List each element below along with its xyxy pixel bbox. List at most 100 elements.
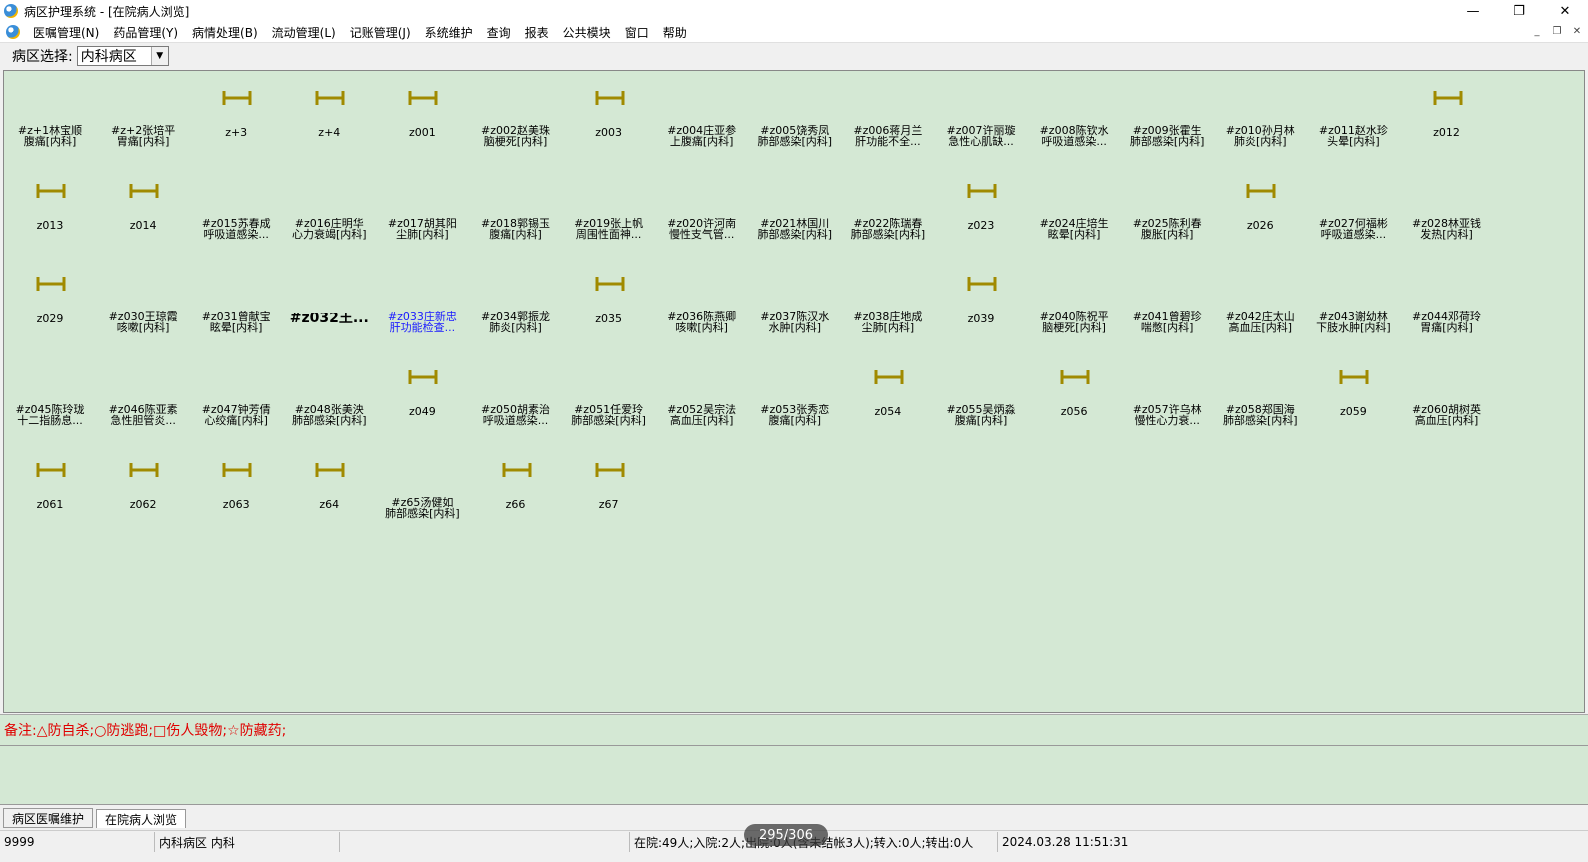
bed-cell[interactable]: #z036陈燕卿 咳嗽[内科] <box>656 257 748 342</box>
bed-cell[interactable]: #z060胡树英 高血压[内科] <box>1401 350 1493 435</box>
bed-cell[interactable]: #z010孙月林 肺炎[内科] <box>1214 71 1306 156</box>
bed-cell[interactable]: #z048张美泱 肺部感染[内科] <box>283 350 375 435</box>
bed-cell[interactable]: #z024庄培生 眩晕[内科] <box>1028 164 1120 249</box>
bed-cell[interactable]: #z050胡素治 呼吸道感染... <box>470 350 562 435</box>
bed-cell[interactable]: #z034郭振龙 肺炎[内科] <box>470 257 562 342</box>
bed-label: z029 <box>36 313 64 324</box>
bed-icon <box>967 277 997 291</box>
bed-cell[interactable]: #z043谢幼林 下肢水肿[内科] <box>1307 257 1399 342</box>
bed-cell[interactable]: #z+1林宝顺 腹痛[内科] <box>4 71 96 156</box>
bed-cell[interactable]: z062 <box>97 443 189 528</box>
bed-cell[interactable]: #z004庄亚参 上腹痛[内科] <box>656 71 748 156</box>
bed-cell[interactable]: z012 <box>1401 71 1493 156</box>
bed-cell[interactable]: #z055吴炳淼 腹痛[内科] <box>935 350 1027 435</box>
bed-cell[interactable]: #z016庄明华 心力衰竭[内科] <box>283 164 375 249</box>
bed-icon <box>408 370 438 384</box>
bed-cell[interactable]: #z019张上帆 周围性面神... <box>563 164 655 249</box>
tab-order-maintenance[interactable]: 病区医嘱维护 <box>3 808 94 828</box>
bed-cell[interactable]: z049 <box>376 350 468 435</box>
bed-cell[interactable]: z039 <box>935 257 1027 342</box>
bed-cell[interactable]: #z005饶秀凤 肺部感染[内科] <box>749 71 841 156</box>
bed-cell[interactable]: z063 <box>190 443 282 528</box>
bed-cell[interactable]: #z027何福彬 呼吸道感染... <box>1307 164 1399 249</box>
menu-flow[interactable]: 流动管理(L) <box>265 24 343 41</box>
bed-cell[interactable]: z059 <box>1307 350 1399 435</box>
menu-help[interactable]: 帮助 <box>656 24 694 41</box>
bed-label: z054 <box>874 406 902 417</box>
bed-cell[interactable]: #z006蒋月兰 肝功能不全... <box>842 71 934 156</box>
menu-window[interactable]: 窗口 <box>618 24 656 41</box>
bed-cell[interactable]: #z002赵美珠 脑梗死[内科] <box>470 71 562 156</box>
bed-cell[interactable]: #z044邓荷玲 胃痛[内科] <box>1401 257 1493 342</box>
bed-cell[interactable]: #z033庄新忠 肝功能检查... <box>376 257 468 342</box>
bed-cell[interactable]: z014 <box>97 164 189 249</box>
bed-cell[interactable]: #z057许乌林 慢性心力衰... <box>1121 350 1213 435</box>
bed-label: #z060胡树英 高血压[内科] <box>1412 404 1481 426</box>
menu-public[interactable]: 公共模块 <box>556 24 618 41</box>
bed-cell[interactable]: #z041曾碧珍 喘憋[内科] <box>1121 257 1213 342</box>
bed-cell[interactable]: #z032王... <box>283 257 375 342</box>
bed-cell[interactable]: #z052吴宗法 高血压[内科] <box>656 350 748 435</box>
bed-cell[interactable]: #z007许丽璇 急性心肌缺... <box>935 71 1027 156</box>
ward-select[interactable]: 内科病区 ▼ <box>76 46 169 66</box>
bed-cell[interactable]: #z018郭锡玉 腹痛[内科] <box>470 164 562 249</box>
menu-reports[interactable]: 报表 <box>518 24 556 41</box>
bed-cell[interactable]: #z037陈汉水 水肿[内科] <box>749 257 841 342</box>
bed-cell[interactable]: z+3 <box>190 71 282 156</box>
bed-cell[interactable]: z67 <box>563 443 655 528</box>
bed-cell[interactable]: #z051任爱玲 肺部感染[内科] <box>563 350 655 435</box>
bed-cell[interactable]: z66 <box>470 443 562 528</box>
bed-label: z035 <box>595 313 622 324</box>
bed-cell[interactable]: z056 <box>1028 350 1120 435</box>
bed-cell[interactable]: #z038庄地成 尘肺[内科] <box>842 257 934 342</box>
bed-cell[interactable]: #z015苏春成 呼吸道感染... <box>190 164 282 249</box>
bed-cell[interactable]: #z011赵水珍 头晕[内科] <box>1307 71 1399 156</box>
close-button[interactable]: ✕ <box>1542 0 1588 22</box>
bed-cell[interactable]: #z009张霍生 肺部感染[内科] <box>1121 71 1213 156</box>
bed-cell[interactable]: #z008陈钦水 呼吸道感染... <box>1028 71 1120 156</box>
bed-cell[interactable]: #z65汤健如 肺部感染[内科] <box>376 443 468 528</box>
bed-cell[interactable]: #z028林亚钱 发热[内科] <box>1401 164 1493 249</box>
bed-cell[interactable]: #z022陈瑞春 肺部感染[内科] <box>842 164 934 249</box>
mdi-minimize-button[interactable]: _ <box>1530 24 1544 38</box>
bed-cell[interactable]: #z031曾献宝 眩晕[内科] <box>190 257 282 342</box>
bed-cell[interactable]: #z040陈祝平 脑梗死[内科] <box>1028 257 1120 342</box>
bed-cell[interactable]: #z046陈亚素 急性胆管炎... <box>97 350 189 435</box>
bed-cell[interactable]: z035 <box>563 257 655 342</box>
bed-cell[interactable]: z054 <box>842 350 934 435</box>
bed-cell[interactable]: #z025陈利春 腹胀[内科] <box>1121 164 1213 249</box>
menu-system[interactable]: 系统维护 <box>418 24 480 41</box>
menu-orders[interactable]: 医嘱管理(N) <box>26 24 106 41</box>
tab-inpatient-browse[interactable]: 在院病人浏览 <box>96 809 187 828</box>
menu-drugs[interactable]: 药品管理(Y) <box>106 24 185 41</box>
mdi-restore-button[interactable]: ❐ <box>1550 24 1564 38</box>
bed-cell[interactable]: #z045陈玲珑 十二指肠息... <box>4 350 96 435</box>
bed-cell[interactable]: #z042庄太山 高血压[内科] <box>1214 257 1306 342</box>
chevron-down-icon[interactable]: ▼ <box>150 47 168 65</box>
bed-cell[interactable]: #z030王琼霞 咳嗽[内科] <box>97 257 189 342</box>
bed-cell[interactable]: z061 <box>4 443 96 528</box>
bed-cell[interactable]: z013 <box>4 164 96 249</box>
bed-cell[interactable]: #z021林国川 肺部感染[内科] <box>749 164 841 249</box>
restore-button[interactable]: ❐ <box>1496 0 1542 22</box>
mdi-close-button[interactable]: ✕ <box>1570 24 1584 38</box>
bed-cell[interactable]: z003 <box>563 71 655 156</box>
menu-query[interactable]: 查询 <box>480 24 518 41</box>
bed-cell[interactable]: #z+2张培平 胃痛[内科] <box>97 71 189 156</box>
bed-cell[interactable]: z+4 <box>283 71 375 156</box>
bed-label: #z020许河南 慢性支气管... <box>667 218 737 240</box>
minimize-button[interactable]: — <box>1450 0 1496 22</box>
bed-cell[interactable]: z026 <box>1214 164 1306 249</box>
menu-billing[interactable]: 记账管理(J) <box>343 24 418 41</box>
bed-cell[interactable]: #z058郑国海 肺部感染[内科] <box>1214 350 1306 435</box>
bed-cell[interactable]: #z047钟芳倩 心绞痛[内科] <box>190 350 282 435</box>
bed-cell[interactable]: z001 <box>376 71 468 156</box>
bed-cell[interactable]: #z020许河南 慢性支气管... <box>656 164 748 249</box>
bed-cell[interactable]: z029 <box>4 257 96 342</box>
bed-cell[interactable]: #z017胡其阳 尘肺[内科] <box>376 164 468 249</box>
bed-cell[interactable]: z023 <box>935 164 1027 249</box>
bed-cell[interactable]: #z053张秀恋 腹痛[内科] <box>749 350 841 435</box>
window-title: 病区护理系统 - [在院病人浏览] <box>24 4 190 19</box>
menu-condition[interactable]: 病情处理(B) <box>185 24 265 41</box>
bed-cell[interactable]: z64 <box>283 443 375 528</box>
